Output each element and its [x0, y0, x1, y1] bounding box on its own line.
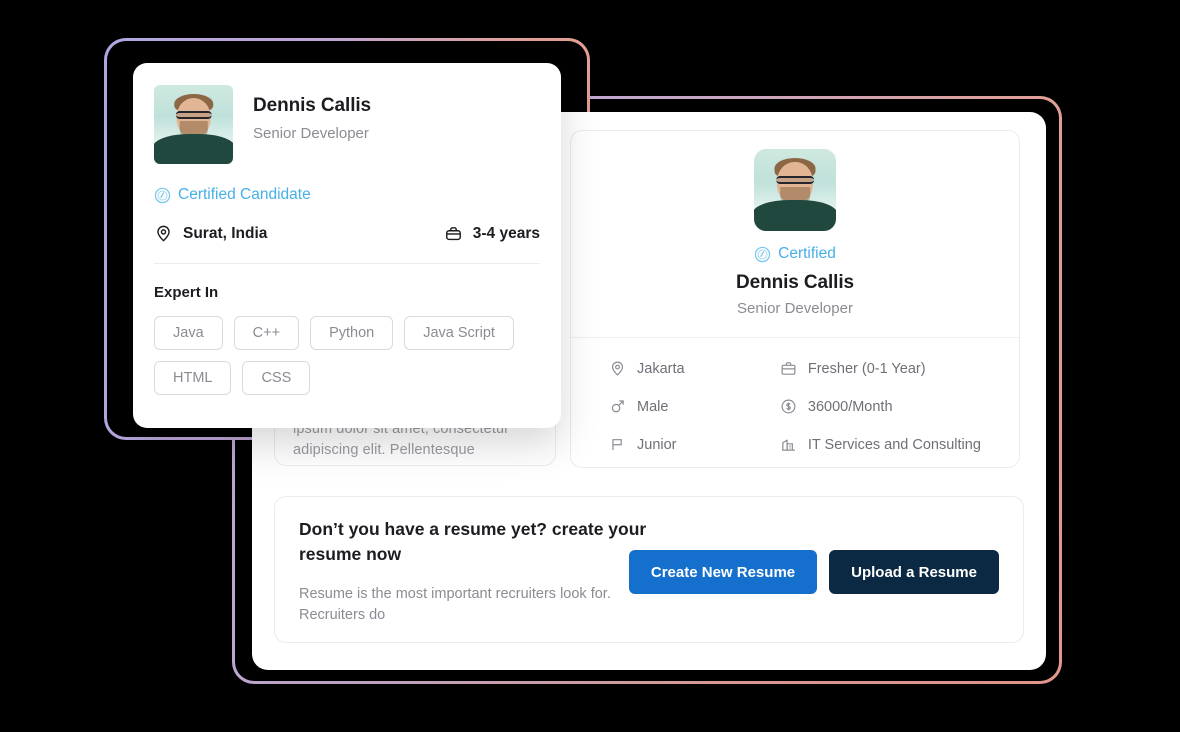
candidate-certified-badge: Certified Candidate: [154, 186, 540, 204]
detail-level: Junior: [609, 436, 770, 453]
candidate-experience-value: 3-4 years: [472, 224, 540, 242]
detail-gender-value: Male: [637, 398, 669, 415]
dollar-circle-icon: [781, 399, 796, 414]
candidate-experience: 3-4 years: [444, 224, 540, 243]
skill-chip[interactable]: Java Script: [404, 316, 514, 350]
candidate-meta-row: Surat, India 3-4 years: [154, 224, 540, 264]
resume-cta-actions: Create New Resume Upload a Resume: [628, 550, 999, 594]
skill-chip[interactable]: C++: [233, 316, 300, 350]
detail-salary-value: 36000/Month: [807, 398, 893, 415]
profile-name: Dennis Callis: [735, 272, 855, 293]
detail-industry-value: IT Services and Consulting: [807, 436, 981, 453]
avatar-image: [754, 149, 836, 231]
detail-industry: IT Services and Consulting: [780, 436, 981, 453]
building-icon: [782, 439, 795, 451]
skill-chip[interactable]: Java: [154, 316, 223, 350]
profile-card-header: Certified Dennis Callis Senior Developer: [571, 131, 1019, 338]
male-gender-icon: [611, 400, 624, 413]
candidate-avatar: [154, 85, 233, 164]
certified-badge-icon: [154, 187, 171, 203]
resume-cta-title: Don’t you have a resume yet? create your…: [299, 519, 647, 564]
skill-chip-list: Java C++ Python Java Script HTML CSS: [154, 316, 540, 395]
candidate-summary-card: Dennis Callis Senior Developer Certified…: [133, 63, 561, 428]
candidate-role: Senior Developer: [253, 125, 369, 142]
skill-chip[interactable]: CSS: [242, 361, 311, 395]
avatar-image: [154, 85, 233, 164]
briefcase-icon: [445, 227, 461, 241]
detail-experience: Fresher (0-1 Year): [780, 360, 981, 377]
candidate-location: Surat, India: [154, 224, 267, 243]
detail-experience-value: Fresher (0-1 Year): [807, 360, 926, 377]
location-pin-icon: [611, 361, 624, 376]
candidate-name: Dennis Callis: [253, 95, 372, 116]
skill-chip[interactable]: Python: [310, 316, 394, 350]
candidate-location-value: Surat, India: [183, 224, 268, 242]
detail-location: Jakarta: [609, 360, 770, 377]
briefcase-icon: [781, 362, 796, 375]
upload-a-resume-button[interactable]: Upload a Resume: [829, 550, 999, 594]
location-pin-icon: [157, 225, 170, 242]
detail-level-value: Junior: [637, 436, 677, 453]
skill-chip[interactable]: HTML: [154, 361, 232, 395]
detail-salary: 36000/Month: [780, 398, 981, 415]
profile-avatar: [754, 149, 836, 231]
profile-card: Certified Dennis Callis Senior Developer…: [570, 130, 1020, 468]
detail-gender: Male: [609, 398, 770, 415]
profile-certified-badge: Certified: [571, 245, 1019, 263]
candidate-header: Dennis Callis Senior Developer: [154, 85, 540, 164]
flag-icon: [612, 439, 622, 451]
profile-details-grid: Jakarta Fresher (0-1 Year) Male 36000/Mo…: [571, 338, 1019, 467]
profile-certified-label: Certified: [778, 245, 836, 262]
candidate-certified-label: Certified Candidate: [178, 186, 311, 203]
resume-cta-subtitle: Resume is the most important recruiters …: [299, 586, 611, 624]
candidate-identity: Dennis Callis Senior Developer: [253, 85, 371, 142]
resume-cta-card: Don’t you have a resume yet? create your…: [274, 496, 1024, 643]
create-new-resume-button[interactable]: Create New Resume: [628, 550, 818, 594]
expert-in-label: Expert In: [154, 284, 219, 301]
profile-role: Senior Developer: [737, 300, 853, 317]
certified-badge-icon: [754, 246, 771, 262]
detail-location-value: Jakarta: [637, 360, 685, 377]
app-canvas: ipsum dolor sit amet, consectetur adipis…: [0, 0, 1180, 732]
